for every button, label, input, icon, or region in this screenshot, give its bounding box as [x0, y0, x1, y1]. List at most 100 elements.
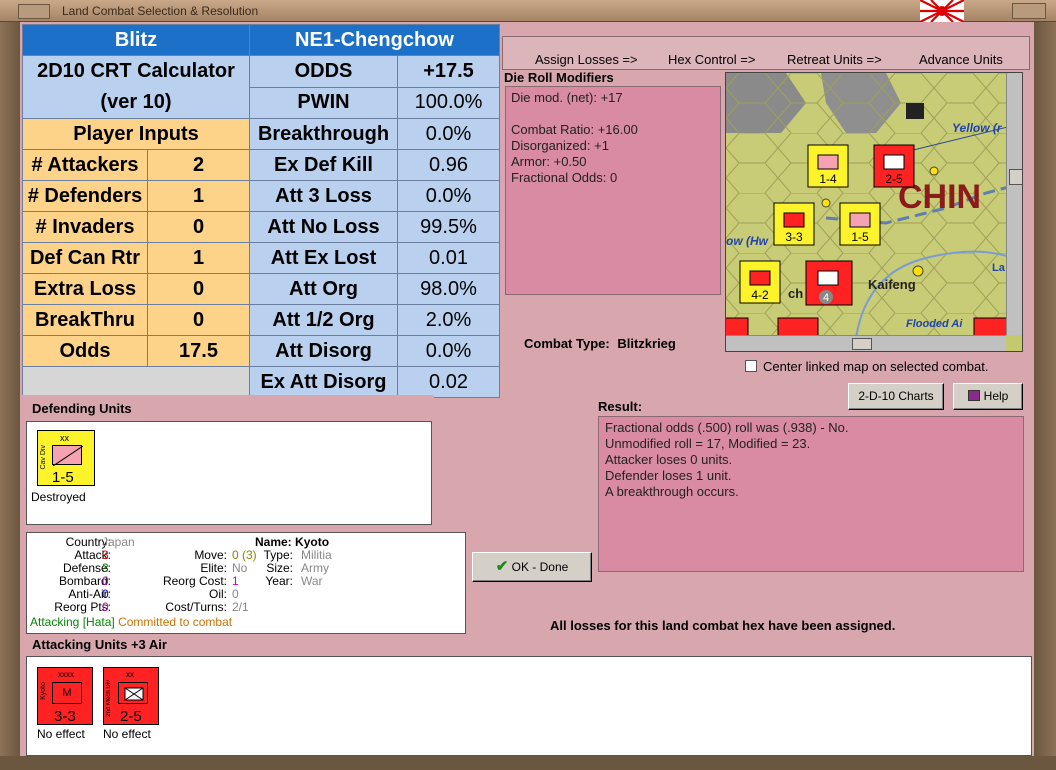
- committed-status: Committed to combat: [118, 615, 233, 629]
- map-counter[interactable]: [777, 317, 819, 339]
- input-value[interactable]: 0: [147, 273, 250, 305]
- window-title: Land Combat Selection & Resolution: [62, 4, 259, 18]
- input-label: # Attackers: [22, 149, 148, 181]
- result-line: Attacker loses 0 units.: [605, 452, 733, 467]
- phase-assign-losses[interactable]: Assign Losses =>: [535, 52, 638, 67]
- defending-unit-counter[interactable]: xx Cav Div 1-5: [37, 430, 95, 486]
- attacking-unit-counter[interactable]: xxxx Kyoto M 3-3: [37, 667, 93, 725]
- result-line: Defender loses 1 unit.: [605, 468, 732, 483]
- unit-size: xx: [60, 433, 69, 443]
- modifiers-panel: Die mod. (net): +17 Combat Ratio: +16.00…: [505, 86, 721, 295]
- input-label: # Defenders: [22, 180, 148, 212]
- unit-type: Cav Div: [40, 445, 47, 470]
- input-value[interactable]: 2: [147, 149, 250, 181]
- charts-button[interactable]: 2-D-10 Charts: [848, 383, 944, 410]
- reorg-label: Reorg Pts:: [54, 600, 111, 614]
- unit-type: Kyoto: [40, 682, 47, 700]
- map-vertical-scrollbar[interactable]: [1006, 73, 1022, 335]
- defending-section: Defending Units xx Cav Div 1-5 Destroyed: [22, 395, 434, 529]
- result-label: PWIN: [249, 86, 398, 119]
- crt-calculator-name: 2D10 CRT Calculator (ver 10): [22, 55, 250, 119]
- linked-map[interactable]: Yellow (r CHIN ow (Hw Kaifeng La Flooded…: [725, 72, 1023, 352]
- help-button[interactable]: Help: [953, 383, 1023, 410]
- attacking-unit-counter[interactable]: xx 2nd Mech Div 2-5: [103, 667, 159, 725]
- unit-size: xx: [126, 670, 134, 679]
- input-value[interactable]: 0: [147, 304, 250, 336]
- result-label: Att No Loss: [249, 211, 398, 243]
- combat-type: Combat Type: Blitzkrieg: [524, 336, 676, 351]
- input-value[interactable]: 17.5: [147, 335, 250, 367]
- map-label-flooded: Flooded Ai: [906, 318, 963, 330]
- close-button[interactable]: [1012, 3, 1046, 19]
- stat-label-column-3: Type: Size: Year:: [257, 549, 293, 588]
- map-label-ch: ch: [788, 286, 803, 301]
- costturns-value: 2/1: [232, 600, 249, 614]
- center-map-checkbox[interactable]: [745, 360, 757, 372]
- crt-calc-line1: 2D10 CRT Calculator: [37, 60, 235, 82]
- title-bar[interactable]: Land Combat Selection & Resolution: [0, 0, 1056, 22]
- result-panel: Fractional odds (.500) roll was (.938) -…: [598, 416, 1024, 572]
- modifier-line: Fractional Odds: 0: [511, 170, 618, 185]
- attacking-status: Attacking [Hata]: [30, 615, 115, 629]
- year-value: War: [301, 574, 323, 588]
- map-vscroll-thumb[interactable]: [1009, 169, 1022, 185]
- result-value: 99.5%: [397, 211, 500, 243]
- result-value: 0.02: [397, 366, 500, 398]
- map-counter[interactable]: 4: [805, 260, 853, 306]
- result-line: Fractional odds (.500) roll was (.938) -…: [605, 420, 849, 435]
- result-title: Result:: [598, 399, 643, 414]
- map-hscroll-thumb[interactable]: [852, 338, 872, 350]
- bottom-border: [0, 756, 1056, 770]
- unit-type: 2nd Mech Div: [106, 680, 112, 717]
- result-value: 0.01: [397, 242, 500, 274]
- rising-sun-flag-icon: [920, 0, 964, 22]
- unit-strength: 1-5: [52, 469, 74, 486]
- system-menu-button[interactable]: [18, 4, 50, 19]
- crt-calculator: Blitz NE1-Chengchow 2D10 CRT Calculator …: [22, 24, 500, 398]
- modifier-line: Disorganized: +1: [511, 138, 609, 153]
- crt-calc-line2: (ver 10): [100, 91, 172, 113]
- modifier-line: Combat Ratio: +16.00: [511, 122, 638, 137]
- combat-type-label: Combat Type:: [524, 336, 610, 351]
- result-label: Breakthrough: [249, 118, 398, 150]
- militia-symbol-icon: M: [52, 682, 82, 704]
- crt-title-hex: NE1-Chengchow: [249, 24, 500, 56]
- input-value[interactable]: 1: [147, 242, 250, 274]
- phase-hex-control[interactable]: Hex Control =>: [668, 52, 755, 67]
- map-horizontal-scrollbar[interactable]: [726, 335, 1006, 351]
- map-label-kaifeng: Kaifeng: [868, 277, 916, 292]
- result-value: 0.0%: [397, 335, 500, 367]
- result-label: Att 1/2 Org: [249, 304, 398, 336]
- input-label: Odds: [22, 335, 148, 367]
- map-counter[interactable]: [726, 317, 749, 339]
- result-value: 100.0%: [397, 86, 500, 119]
- checkmark-icon: ✔: [495, 558, 509, 575]
- ok-done-button[interactable]: ✔ OK - Done: [472, 552, 592, 582]
- map-counter[interactable]: 2-5: [873, 144, 915, 188]
- map-counter[interactable]: 3-3: [773, 202, 815, 246]
- cavalry-symbol-icon: [52, 445, 84, 467]
- phase-advance-units[interactable]: Advance Units: [919, 52, 1003, 67]
- unit-info-panel: Country: Attack: Defense: Bombard: Anti-…: [26, 532, 466, 634]
- svg-text:2-5: 2-5: [885, 172, 903, 186]
- input-value[interactable]: 1: [147, 180, 250, 212]
- defending-unit-status: Destroyed: [31, 490, 86, 504]
- attacking-list: xxxx Kyoto M 3-3 No effect xx 2nd Mech D…: [26, 656, 1032, 756]
- defending-title: Defending Units: [32, 401, 132, 416]
- svg-text:1-5: 1-5: [851, 230, 869, 244]
- phase-retreat-units[interactable]: Retreat Units =>: [787, 52, 882, 67]
- modifier-line: Armor: +0.50: [511, 154, 587, 169]
- name-value: Kyoto: [295, 535, 330, 549]
- input-label: Def Can Rtr: [22, 242, 148, 274]
- result-label: Att Ex Lost: [249, 242, 398, 274]
- input-value[interactable]: 0: [147, 211, 250, 243]
- unit-strength: 3-3: [54, 708, 76, 725]
- svg-text:4: 4: [823, 292, 829, 304]
- map-counter[interactable]: 1-4: [807, 144, 849, 188]
- attacking-title: Attacking Units +3 Air: [32, 637, 167, 652]
- unit-size: xxxx: [58, 670, 74, 679]
- map-counter[interactable]: 4-2: [739, 260, 781, 304]
- crt-empty-cell: [22, 366, 250, 398]
- map-counter[interactable]: 1-5: [839, 202, 881, 246]
- result-value: +17.5: [397, 55, 500, 88]
